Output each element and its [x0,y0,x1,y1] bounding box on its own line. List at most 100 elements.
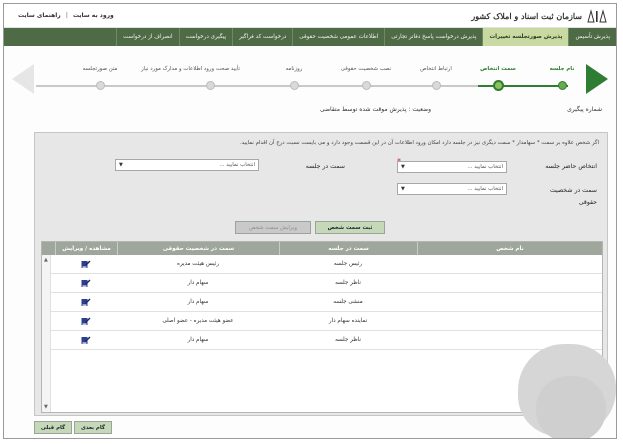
menu-item[interactable]: انصراف از درخواست [116,28,179,46]
help-link[interactable]: راهنمای سایت [18,12,61,19]
step-dot-icon [95,81,105,90]
column-header-actions: مشاهده / ویرایش [55,242,117,255]
table-scrollbar[interactable]: ▲ ▼ [42,255,51,412]
wizard-step-label: متن صورتجلسه [82,66,118,72]
header-links: ورود به سایت | راهنمای سایت [18,12,114,19]
login-link[interactable]: ورود به سایت [73,12,114,19]
cell-meeting-role: منشی جلسه [333,299,363,305]
wizard-step[interactable]: روزنامه [264,60,324,90]
wizard-step[interactable]: سمت انتخاص [468,60,528,91]
table-body: رئیس جلسه رئیس هیئت مدیره ناظر جلسه سهام دا… [42,255,602,350]
column-header-legal-role[interactable]: سمت در شخصیت حقوقی [117,242,279,255]
step-dot-icon [492,80,504,91]
cell-person-name [417,255,602,273]
scroll-up-icon[interactable]: ▲ [44,257,48,263]
role-select[interactable]: انتخاب نمایید ... ▼ [115,159,259,171]
table-header: نام شخص سمت در جلسه سمت در شخصیت حقوقی م… [42,242,602,255]
edit-role-button[interactable]: ویرایش سمت شخص [235,221,311,234]
wizard-step-label: نام جلسه [549,66,575,72]
save-role-button[interactable]: ثبت سمت شخص [315,221,385,234]
browser-frame: سازمان ثبت اسناد و املاک کشور ورود به سا… [3,3,617,439]
step-dot-icon [361,81,371,90]
menu-item[interactable]: پذیرش صورتجلسه تغییرات [482,28,569,46]
step-dot-icon [431,81,441,90]
menu-item[interactable]: پذیرش تأسیس [568,28,616,46]
scroll-down-icon[interactable]: ▼ [44,404,48,410]
emblem-icon [586,9,608,23]
menu-item[interactable]: اطلاعات عمومی شخصیت حقوقی [292,28,384,46]
cell-meeting-role: ناظر جلسه [335,280,361,286]
wizard-navigation: گام قبلی گام بعدی [34,421,112,434]
step-dot-icon [289,81,299,90]
table-row[interactable]: نماینده سهام دار عضو هیئت مدیره - عضو اصل… [42,312,602,331]
chevron-down-icon: ▼ [401,186,405,192]
status-row: شماره پیگیری وضعیت : پذیرش موقت شده توسط… [4,104,616,120]
cell-meeting-role: ناظر جلسه [335,337,361,343]
tracking-number-label: شماره پیگیری [567,106,602,113]
menu-item[interactable]: پیگیری درخواست [178,28,233,46]
person-select[interactable]: انتخاب نمایید ... ▼ [397,161,507,173]
legal-role-select[interactable]: انتخاب نمایید ... ▼ [397,183,507,195]
wizard-step-label: سمت انتخاص [480,66,516,72]
wizard-step[interactable]: ارتباط انتخاص [406,60,466,90]
form-hint: اگر شخص علاوه بر سمت * سهامدار * سمت دیگ… [239,140,599,146]
role-select-value: انتخاب نمایید ... [219,162,255,168]
cell-legal-role: سهام دار [187,299,209,305]
cell-person-name [417,293,602,311]
logo-text: سازمان ثبت اسناد و املاک کشور [471,11,582,21]
role-label: سمت در جلسه [305,163,345,170]
table-row[interactable]: ناظر جلسه سهام دار [42,331,602,350]
link-separator: | [65,12,68,19]
cell-actions [55,331,117,349]
cell-meeting-role: رئیس جلسه [333,261,363,267]
next-step-button[interactable]: گام بعدی [74,421,112,434]
cell-legal-role: رئیس هیئت مدیره [177,261,219,267]
edit-icon[interactable] [81,279,91,288]
cell-actions [55,274,117,292]
wizard-step-label: تأیید صحت ورود اطلاعات و مدارک مورد نیاز [141,66,240,72]
wizard-step[interactable]: نصب شخصیت حقوقی [336,60,396,90]
cell-actions [55,312,117,330]
cell-legal-role: سهام دار [187,280,209,286]
site-header: سازمان ثبت اسناد و املاک کشور ورود به سا… [4,4,616,28]
wizard-step[interactable]: تأیید صحت ورود اطلاعات و مدارک مورد نیاز [141,60,240,90]
edit-icon[interactable] [81,317,91,326]
person-label: انتخاص حاضر جلسه [545,163,597,170]
wizard-step-label: نصب شخصیت حقوقی [340,66,392,72]
site-logo[interactable]: سازمان ثبت اسناد و املاک کشور [471,7,608,25]
column-header-name[interactable]: نام شخص [417,242,602,255]
menu-item[interactable]: پذیرش درخواست پاسخ دفاتر تجارتی [384,28,482,46]
wizard-step-label: ارتباط انتخاص [420,66,452,72]
person-select-value: انتخاب نمایید ... [467,164,503,170]
redaction-blob [536,376,606,438]
stepper-prev-arrow-icon[interactable] [12,64,34,94]
chevron-down-icon: ▼ [119,162,123,168]
table-row[interactable]: ناظر جلسه سهام دار [42,274,602,293]
prev-step-button[interactable]: گام قبلی [34,421,72,434]
edit-icon[interactable] [81,298,91,307]
edit-icon[interactable] [81,260,91,269]
cell-meeting-role: نماینده سهام دار [328,318,368,324]
table-row[interactable]: رئیس جلسه رئیس هیئت مدیره [42,255,602,274]
wizard-step[interactable]: نام جلسه [532,60,592,90]
wizard-step-label: روزنامه [285,66,303,72]
wizard-stepper: نام جلسه سمت انتخاص ارتباط انتخاص نصب شخصیت… [12,60,608,100]
request-status: وضعیت : پذیرش موقت شده توسط متقاضی [319,106,431,113]
cell-legal-role: عضو هیئت مدیره - عضو اصلی [162,318,234,324]
legal-role-label: سمت در شخصیت حقوقی [549,187,597,206]
wizard-step[interactable]: متن صورتجلسه [70,60,130,90]
column-header-meeting-role[interactable]: سمت در جلسه [279,242,417,255]
menu-item[interactable]: درخواست کد فراگیر [232,28,292,46]
cell-person-name [417,274,602,292]
main-menu: پذیرش تأسیس پذیرش صورتجلسه تغییرات پذیرش د… [4,28,616,46]
cell-person-name [417,312,602,330]
cell-actions [55,293,117,311]
chevron-down-icon: ▼ [401,164,405,170]
step-dot-icon [205,81,215,90]
cell-legal-role: سهام دار [187,337,209,343]
step-dot-icon [557,81,567,90]
cell-actions [55,255,117,273]
table-row[interactable]: منشی جلسه سهام دار [42,293,602,312]
edit-icon[interactable] [81,336,91,345]
legal-role-select-value: انتخاب نمایید ... [467,186,503,192]
